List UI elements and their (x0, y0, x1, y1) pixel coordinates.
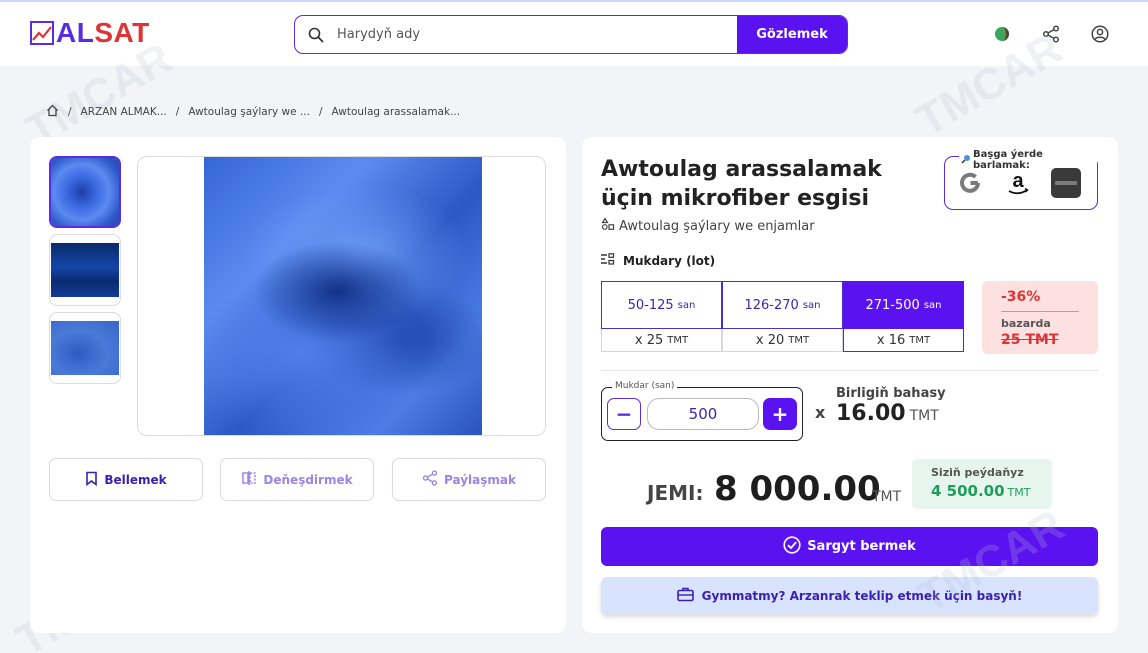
total-value: 8 000.00 (714, 469, 881, 509)
market-old-price: 25 TMT (1001, 332, 1059, 348)
bookmark-icon (85, 471, 98, 489)
make-offer-button[interactable]: Gymmatmy? Arzanrak teklip etmek üçin bas… (601, 577, 1098, 614)
total-currency: TMT (872, 489, 902, 505)
microfiber-cloth-image (204, 157, 482, 435)
breadcrumb-item[interactable]: Awtoulag şaýlary we ... (188, 106, 310, 118)
total-label: JEMI: (647, 481, 704, 505)
google-icon[interactable] (955, 168, 985, 198)
gallery-panel: Bellemek Deňeşdirmek Paýlaşmak (30, 137, 566, 633)
place-order-button[interactable]: Sargyt bermek (601, 527, 1098, 566)
tier-unit: san (677, 299, 696, 311)
top-header: ALSAT Gözlemek (0, 0, 1148, 66)
tier-price: x 25 (634, 332, 664, 348)
category-icon (601, 217, 615, 235)
search-icon (295, 16, 337, 53)
check-elsewhere-box: Başga ýerde barlamak: a (944, 149, 1098, 210)
share-label: Paýlaşmak (444, 472, 516, 487)
compare-button[interactable]: Deňeşdirmek (220, 458, 374, 501)
product-details-panel: Awtoulag arassalamak üçin mikrofiber esg… (582, 137, 1118, 633)
tier-price: x 20 (755, 332, 785, 348)
quantity-legend: Mukdar (san) (612, 381, 678, 391)
user-account-icon[interactable] (1090, 24, 1110, 44)
decrease-quantity-button[interactable]: − (607, 398, 641, 430)
thumbnail-1[interactable] (49, 156, 121, 228)
breadcrumb-separator: / (318, 106, 323, 118)
breadcrumb-separator: / (68, 106, 72, 118)
discount-divider (1001, 311, 1079, 312)
category-label: Awtoulag şaýlary we enjamlar (619, 218, 815, 234)
breadcrumb-item-current: Awtoulag arassalamak... (331, 106, 461, 118)
price-tier[interactable]: 50-125 san x 25 TMT (601, 281, 722, 353)
breadcrumb-separator: / (175, 106, 180, 118)
section-divider (601, 370, 1098, 371)
unit-price-label: Birligiň bahasy (836, 386, 946, 401)
tier-unit: san (802, 299, 821, 311)
unit-price: 16.00 TMT (836, 401, 939, 426)
search-bar: Gözlemek (294, 15, 848, 54)
discount-percent: -36% (1001, 289, 1041, 305)
tier-currency: TMT (788, 334, 810, 346)
logo-al-text: AL (56, 17, 95, 48)
share-icon (422, 470, 438, 489)
home-icon[interactable] (46, 104, 59, 120)
chart-logo-icon (30, 21, 54, 45)
savings-value: 4 500.00 (931, 482, 1005, 500)
bookmark-label: Bellemek (104, 472, 167, 487)
tier-unit: san (923, 299, 942, 311)
quantity-lot-label: Mukdary (lot) (623, 253, 716, 268)
theme-toggle-icon[interactable] (992, 24, 1012, 44)
amazon-icon[interactable]: a (1003, 168, 1033, 198)
compare-label: Deňeşdirmek (263, 472, 353, 487)
breadcrumb: / ARZAN ALMAK... / Awtoulag şaýlary we .… (46, 104, 460, 120)
increase-quantity-button[interactable]: + (763, 398, 797, 430)
tier-price: x 16 (876, 332, 906, 348)
tier-currency: TMT (909, 334, 931, 346)
price-tiers: 50-125 san x 25 TMT 126-270 san x 20 TMT 271… (601, 281, 964, 353)
bookmark-button[interactable]: Bellemek (49, 458, 203, 501)
savings-currency: TMT (1007, 486, 1031, 499)
tier-range: 50-125 (627, 297, 674, 313)
main-product-image[interactable] (137, 156, 546, 436)
quantity-input[interactable] (647, 398, 759, 430)
tier-currency: TMT (667, 334, 689, 346)
alsat-logo[interactable]: ALSAT (30, 18, 150, 48)
price-tier-selected[interactable]: 271-500 san x 16 TMT (843, 281, 964, 353)
search-button[interactable]: Gözlemek (737, 16, 847, 53)
tier-range: 126-270 (744, 297, 799, 313)
breadcrumb-item[interactable]: ARZAN ALMAK... (81, 106, 167, 118)
share-button[interactable]: Paýlaşmak (392, 458, 546, 501)
market-price-label: bazarda (1001, 317, 1051, 330)
savings-amount: 4 500.00 TMT (931, 482, 1030, 500)
logo-sat-text: SAT (94, 17, 150, 48)
quantity-lot-heading: Mukdary (lot) (601, 253, 715, 268)
thumbnail-2[interactable] (49, 234, 121, 306)
tmcars-icon[interactable] (1051, 168, 1081, 198)
make-offer-label: Gymmatmy? Arzanrak teklip etmek üçin bas… (701, 588, 1023, 603)
compare-icon (241, 470, 257, 489)
share-icon[interactable] (1041, 24, 1061, 44)
product-category[interactable]: Awtoulag şaýlary we enjamlar (601, 217, 815, 235)
price-tier[interactable]: 126-270 san x 20 TMT (722, 281, 843, 353)
product-title: Awtoulag arassalamak üçin mikrofiber esg… (601, 157, 882, 211)
briefcase-icon (676, 587, 694, 605)
discount-badge: -36% bazarda 25 TMT (982, 281, 1098, 354)
thumbnail-3[interactable] (49, 312, 121, 384)
savings-label: Siziň peýdaňyz (931, 466, 1024, 479)
tier-range: 271-500 (865, 297, 920, 313)
unit-price-currency: TMT (909, 408, 939, 424)
magnifier-icon (961, 154, 971, 167)
multiply-sign: x (815, 403, 826, 422)
quantity-stepper: Mukdar (san) − + (601, 381, 803, 441)
search-input[interactable] (337, 16, 737, 53)
check-circle-icon (783, 535, 801, 558)
savings-badge: Siziň peýdaňyz 4 500.00 TMT (912, 459, 1052, 509)
list-icon (601, 253, 615, 268)
place-order-label: Sargyt bermek (807, 539, 916, 554)
unit-price-value: 16.00 (836, 401, 906, 426)
svg-text:a: a (1012, 170, 1024, 192)
